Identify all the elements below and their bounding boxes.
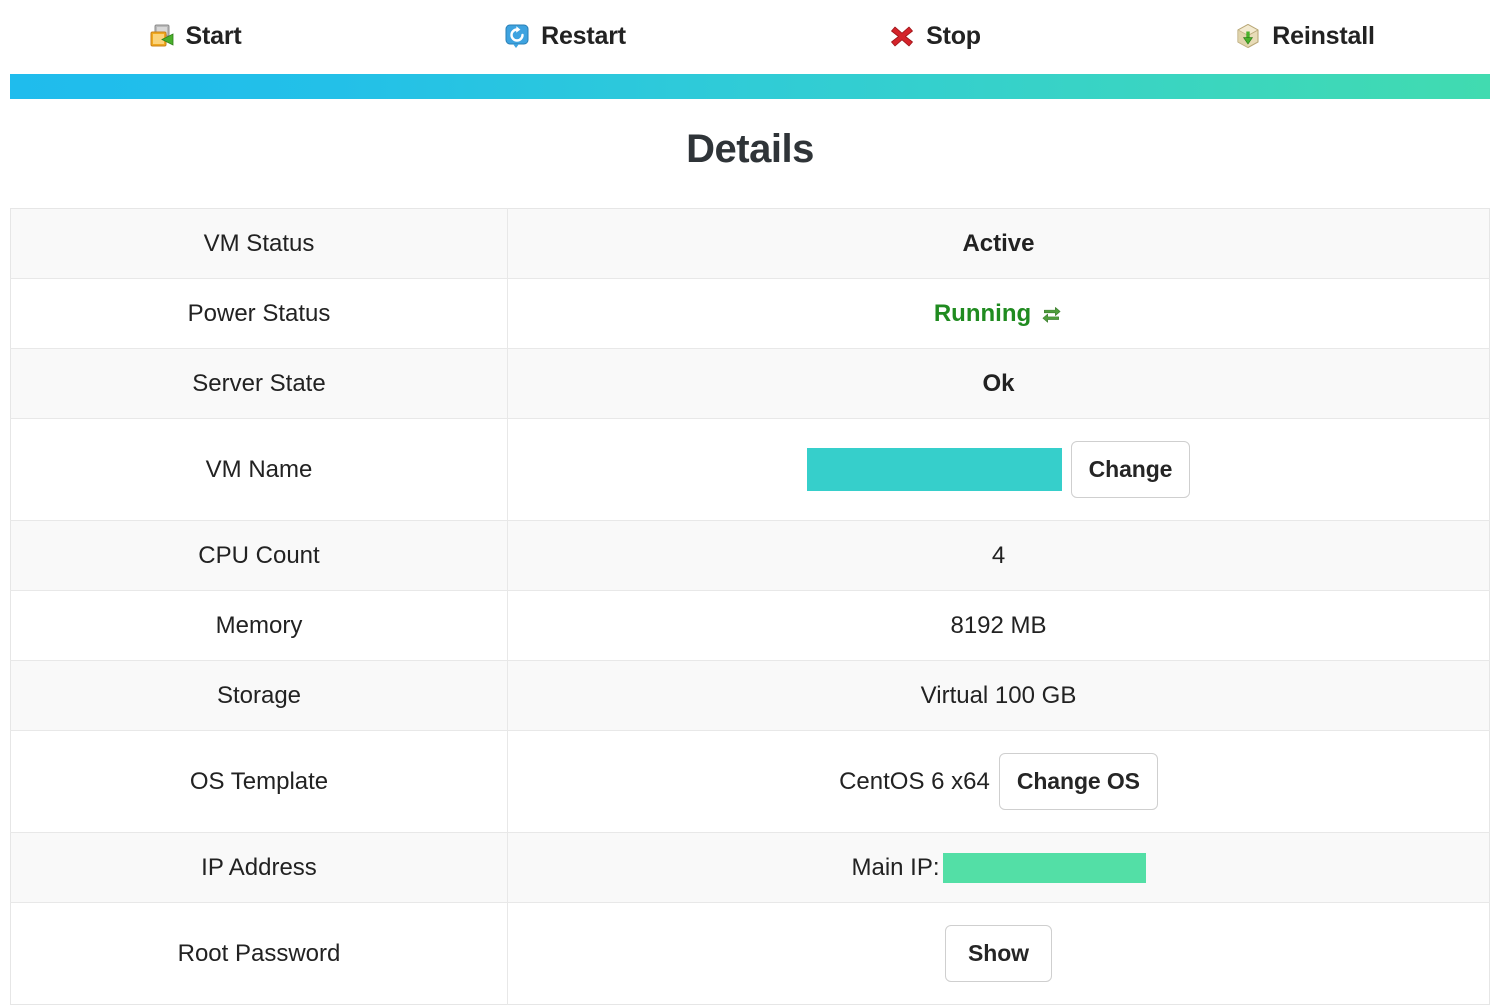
- table-row: IP Address Main IP:: [10, 832, 1490, 903]
- row-label-memory: Memory: [10, 590, 508, 661]
- row-value-power-status: Running: [508, 279, 1490, 349]
- reinstall-label: Reinstall: [1272, 21, 1375, 50]
- gradient-divider: [10, 74, 1490, 99]
- vm-status-value: Active: [962, 229, 1035, 257]
- row-value-memory: 8192 MB: [508, 591, 1490, 661]
- table-row: OS Template CentOS 6 x64 Change OS: [10, 730, 1490, 833]
- table-row: Memory 8192 MB: [10, 590, 1490, 661]
- table-row: VM Name Change: [10, 418, 1490, 521]
- main-ip-redacted-value: [942, 852, 1146, 883]
- table-row: Power Status Running: [10, 278, 1490, 349]
- table-row: VM Status Active: [10, 208, 1490, 279]
- row-value-vm-name: Change: [508, 419, 1490, 521]
- show-root-password-button[interactable]: Show: [945, 925, 1052, 982]
- row-value-server-state: Ok: [508, 349, 1490, 419]
- restart-icon: [504, 23, 530, 49]
- row-label-vm-name: VM Name: [10, 418, 508, 521]
- table-row: Root Password Show: [10, 902, 1490, 1005]
- storage-value: Virtual 100 GB: [920, 681, 1077, 709]
- os-template-value: CentOS 6 x64: [839, 767, 990, 795]
- row-value-root-password: Show: [508, 903, 1490, 1005]
- page-title: Details: [686, 127, 814, 171]
- row-label-vm-status: VM Status: [10, 208, 508, 279]
- reinstall-icon: [1235, 23, 1261, 49]
- memory-value: 8192 MB: [950, 611, 1047, 639]
- row-label-server-state: Server State: [10, 348, 508, 419]
- start-label: Start: [185, 21, 242, 50]
- row-value-os-template: CentOS 6 x64 Change OS: [508, 731, 1490, 833]
- table-row: Storage Virtual 100 GB: [10, 660, 1490, 731]
- table-row: CPU Count 4: [10, 520, 1490, 591]
- server-state-value: Ok: [982, 369, 1015, 397]
- row-label-ip-address: IP Address: [10, 832, 508, 903]
- power-status-value: Running: [933, 299, 1032, 327]
- vm-name-redacted-value: [806, 448, 1062, 491]
- row-value-cpu-count: 4: [508, 521, 1490, 591]
- row-value-ip-address: Main IP:: [508, 833, 1490, 903]
- change-os-button[interactable]: Change OS: [998, 753, 1158, 810]
- change-vm-name-button[interactable]: Change: [1070, 441, 1191, 498]
- row-value-storage: Virtual 100 GB: [508, 661, 1490, 731]
- table-row: Server State Ok: [10, 348, 1490, 419]
- row-value-vm-status: Active: [508, 209, 1490, 279]
- stop-button[interactable]: Stop: [750, 22, 1120, 51]
- reinstall-button[interactable]: Reinstall: [1120, 22, 1490, 51]
- row-label-storage: Storage: [10, 660, 508, 731]
- row-label-os-template: OS Template: [10, 730, 508, 833]
- row-label-root-password: Root Password: [10, 902, 508, 1005]
- sync-icon[interactable]: [1040, 302, 1063, 325]
- main-ip-label: Main IP:: [851, 853, 940, 881]
- start-button[interactable]: Start: [10, 22, 380, 51]
- stop-label: Stop: [926, 21, 981, 50]
- cpu-count-value: 4: [991, 541, 1006, 569]
- restart-button[interactable]: Restart: [380, 22, 750, 51]
- start-icon: [149, 23, 175, 49]
- vm-action-bar: Start Restart Stop Reinstall: [0, 0, 1500, 72]
- row-label-cpu-count: CPU Count: [10, 520, 508, 591]
- restart-label: Restart: [541, 21, 626, 50]
- row-label-power-status: Power Status: [10, 278, 508, 349]
- vm-details-table: VM Status Active Power Status Running Se…: [10, 208, 1490, 1005]
- stop-icon: [889, 23, 915, 49]
